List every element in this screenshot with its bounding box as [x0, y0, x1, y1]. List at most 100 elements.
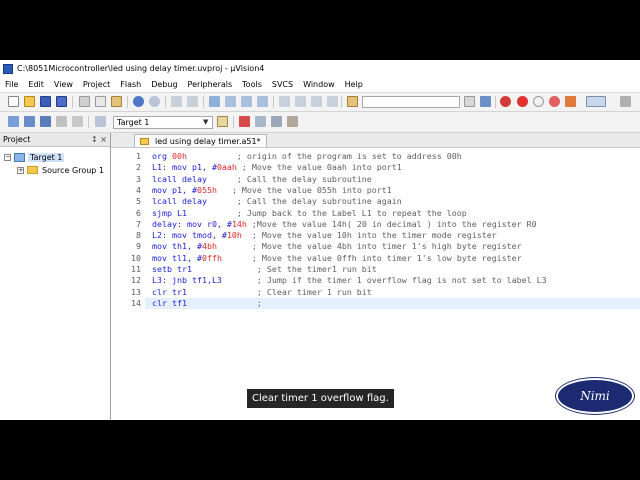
menu-debug[interactable]: Debug: [146, 80, 182, 89]
manage-run-time-icon[interactable]: [255, 116, 266, 127]
bookmark-next-icon[interactable]: [241, 96, 252, 107]
code-line[interactable]: clr tr1 ; Clear timer 1 run bit: [145, 287, 640, 298]
download-icon[interactable]: [95, 116, 106, 127]
line-number: 12: [131, 275, 141, 286]
code-instruction: sjmp L1: [152, 207, 187, 218]
find-combo[interactable]: [362, 96, 460, 108]
indent-icon[interactable]: [279, 96, 290, 107]
code-line[interactable]: delay: mov r0, #14h ;Move the value 14h(…: [145, 219, 640, 230]
tree-item-target-label: Target 1: [28, 152, 65, 162]
disable-all-breakpoints-icon[interactable]: [565, 96, 576, 107]
menu-window[interactable]: Window: [298, 80, 340, 89]
code-instruction: mov th1, #: [152, 241, 202, 252]
disable-breakpoint-icon[interactable]: [533, 96, 544, 107]
code-instruction: setb tr1: [152, 264, 192, 274]
editor-area: led using delay timer.a51* 1 2 3 4 5 6 7 8 9 10 11…: [111, 133, 640, 420]
code-instruction: lcall delay: [152, 173, 207, 184]
cut-icon[interactable]: [79, 96, 90, 107]
stop-build-icon[interactable]: [72, 116, 83, 127]
build-icon[interactable]: [24, 116, 35, 127]
find-dropdown-icon[interactable]: [464, 96, 475, 107]
toolbar-separator: [127, 96, 128, 108]
video-subtitle: Clear timer 1 overflow flag.: [247, 389, 394, 408]
navigate-back-icon[interactable]: [171, 96, 182, 107]
code-line[interactable]: lcall delay ; Call the delay subroutine: [145, 174, 640, 185]
collapse-icon[interactable]: −: [4, 153, 11, 161]
tree-item-target[interactable]: − Target 1: [4, 151, 65, 163]
code-comment: ;: [186, 297, 262, 308]
project-panel-title: Project: [3, 135, 31, 144]
title-bar: C:\8051Microcontroller\led using delay t…: [0, 60, 640, 77]
expand-icon[interactable]: +: [17, 166, 24, 174]
comment-icon[interactable]: [311, 96, 322, 107]
save-all-icon[interactable]: [56, 96, 67, 107]
target-options-icon[interactable]: [217, 116, 228, 127]
code-line[interactable]: sjmp L1 ; Jump back to the Label L1 to r…: [145, 208, 640, 219]
code-line[interactable]: mov th1, #4bh ; Move the value 4bh into …: [145, 241, 640, 252]
new-file-icon[interactable]: [8, 96, 19, 107]
uvision-app-icon: [3, 63, 13, 74]
redo-icon[interactable]: [149, 96, 160, 107]
file-extensions-icon[interactable]: [239, 116, 250, 127]
code-line[interactable]: L2: mov tmod, #10h ; Move the value 10h …: [145, 230, 640, 241]
bookmark-clear-icon[interactable]: [257, 96, 268, 107]
code-instruction: org: [152, 151, 172, 161]
breakpoint-icon[interactable]: [517, 96, 528, 107]
batch-build-icon[interactable]: [56, 116, 67, 127]
code-line[interactable]: setb tr1 ; Set the timer1 run bit: [145, 264, 640, 275]
target-select[interactable]: Target 1 ▼: [113, 116, 213, 129]
video-letterbox-top: [0, 0, 640, 60]
tree-item-source-group[interactable]: + Source Group 1: [17, 164, 104, 176]
panel-pin-close-icons[interactable]: ↕ ×: [91, 133, 107, 146]
undo-icon[interactable]: [133, 96, 144, 107]
copy-icon[interactable]: [95, 96, 106, 107]
code-comment: ; Move the value 4bh into timer 1's high…: [216, 241, 522, 252]
unindent-icon[interactable]: [295, 96, 306, 107]
select-packs-icon[interactable]: [271, 116, 282, 127]
code-comment: ; origin of the program is set to addres…: [186, 151, 462, 161]
menu-help[interactable]: Help: [340, 80, 368, 89]
line-number-gutter: 1 2 3 4 5 6 7 8 9 10 11 12 13 14: [111, 148, 145, 420]
rebuild-icon[interactable]: [40, 116, 51, 127]
code-line[interactable]: L3: jnb tf1,L3 ; Jump if the timer 1 ove…: [145, 275, 640, 286]
paste-icon[interactable]: [111, 96, 122, 107]
code-line[interactable]: mov p1, #055h ; Move the value 055h into…: [145, 185, 640, 196]
window-layout-dropdown-icon[interactable]: [586, 96, 606, 107]
line-number: 14: [131, 297, 141, 308]
save-icon[interactable]: [40, 96, 51, 107]
code-line[interactable]: org 00h ; origin of the program is set t…: [145, 151, 640, 162]
toolbar-separator: [165, 96, 166, 108]
kill-breakpoints-icon[interactable]: [549, 96, 560, 107]
menu-file[interactable]: File: [0, 80, 23, 89]
nimi-logo: Nimi: [556, 378, 634, 414]
target-icon: [14, 152, 25, 162]
configure-icon[interactable]: [620, 96, 631, 107]
code-line[interactable]: L1: mov p1, #0aah ; Move the value 0aah …: [145, 162, 640, 173]
find-in-files-icon[interactable]: [347, 96, 358, 107]
debug-session-icon[interactable]: [500, 96, 511, 107]
find-icon[interactable]: [480, 96, 491, 107]
line-number: 11: [131, 264, 141, 274]
uncomment-icon[interactable]: [327, 96, 338, 107]
menu-view[interactable]: View: [49, 80, 78, 89]
menu-edit[interactable]: Edit: [23, 80, 49, 89]
code-instruction: lcall delay: [152, 196, 207, 207]
menu-tools[interactable]: Tools: [237, 80, 267, 89]
line-number: 3: [136, 173, 141, 184]
menu-flash[interactable]: Flash: [115, 80, 146, 89]
bookmark-icon[interactable]: [209, 96, 220, 107]
menu-peripherals[interactable]: Peripherals: [183, 80, 238, 89]
menu-project[interactable]: Project: [78, 80, 115, 89]
code-editor[interactable]: org 00h ; origin of the program is set t…: [145, 148, 640, 420]
navigate-forward-icon[interactable]: [187, 96, 198, 107]
pack-installer-icon[interactable]: [287, 116, 298, 127]
open-folder-icon[interactable]: [24, 96, 35, 107]
bookmark-prev-icon[interactable]: [225, 96, 236, 107]
code-line[interactable]: mov tl1, #0ffh ; Move the value 0ffh int…: [145, 253, 640, 264]
code-line[interactable]: lcall delay ; Call the delay subroutine …: [145, 196, 640, 207]
editor-tab-led-using-delay-timer[interactable]: led using delay timer.a51*: [134, 134, 267, 147]
code-line[interactable]: clr tf1 ;: [145, 297, 640, 309]
menu-svcs[interactable]: SVCS: [267, 80, 298, 89]
video-letterbox-bottom: [0, 420, 640, 480]
translate-icon[interactable]: [8, 116, 19, 127]
